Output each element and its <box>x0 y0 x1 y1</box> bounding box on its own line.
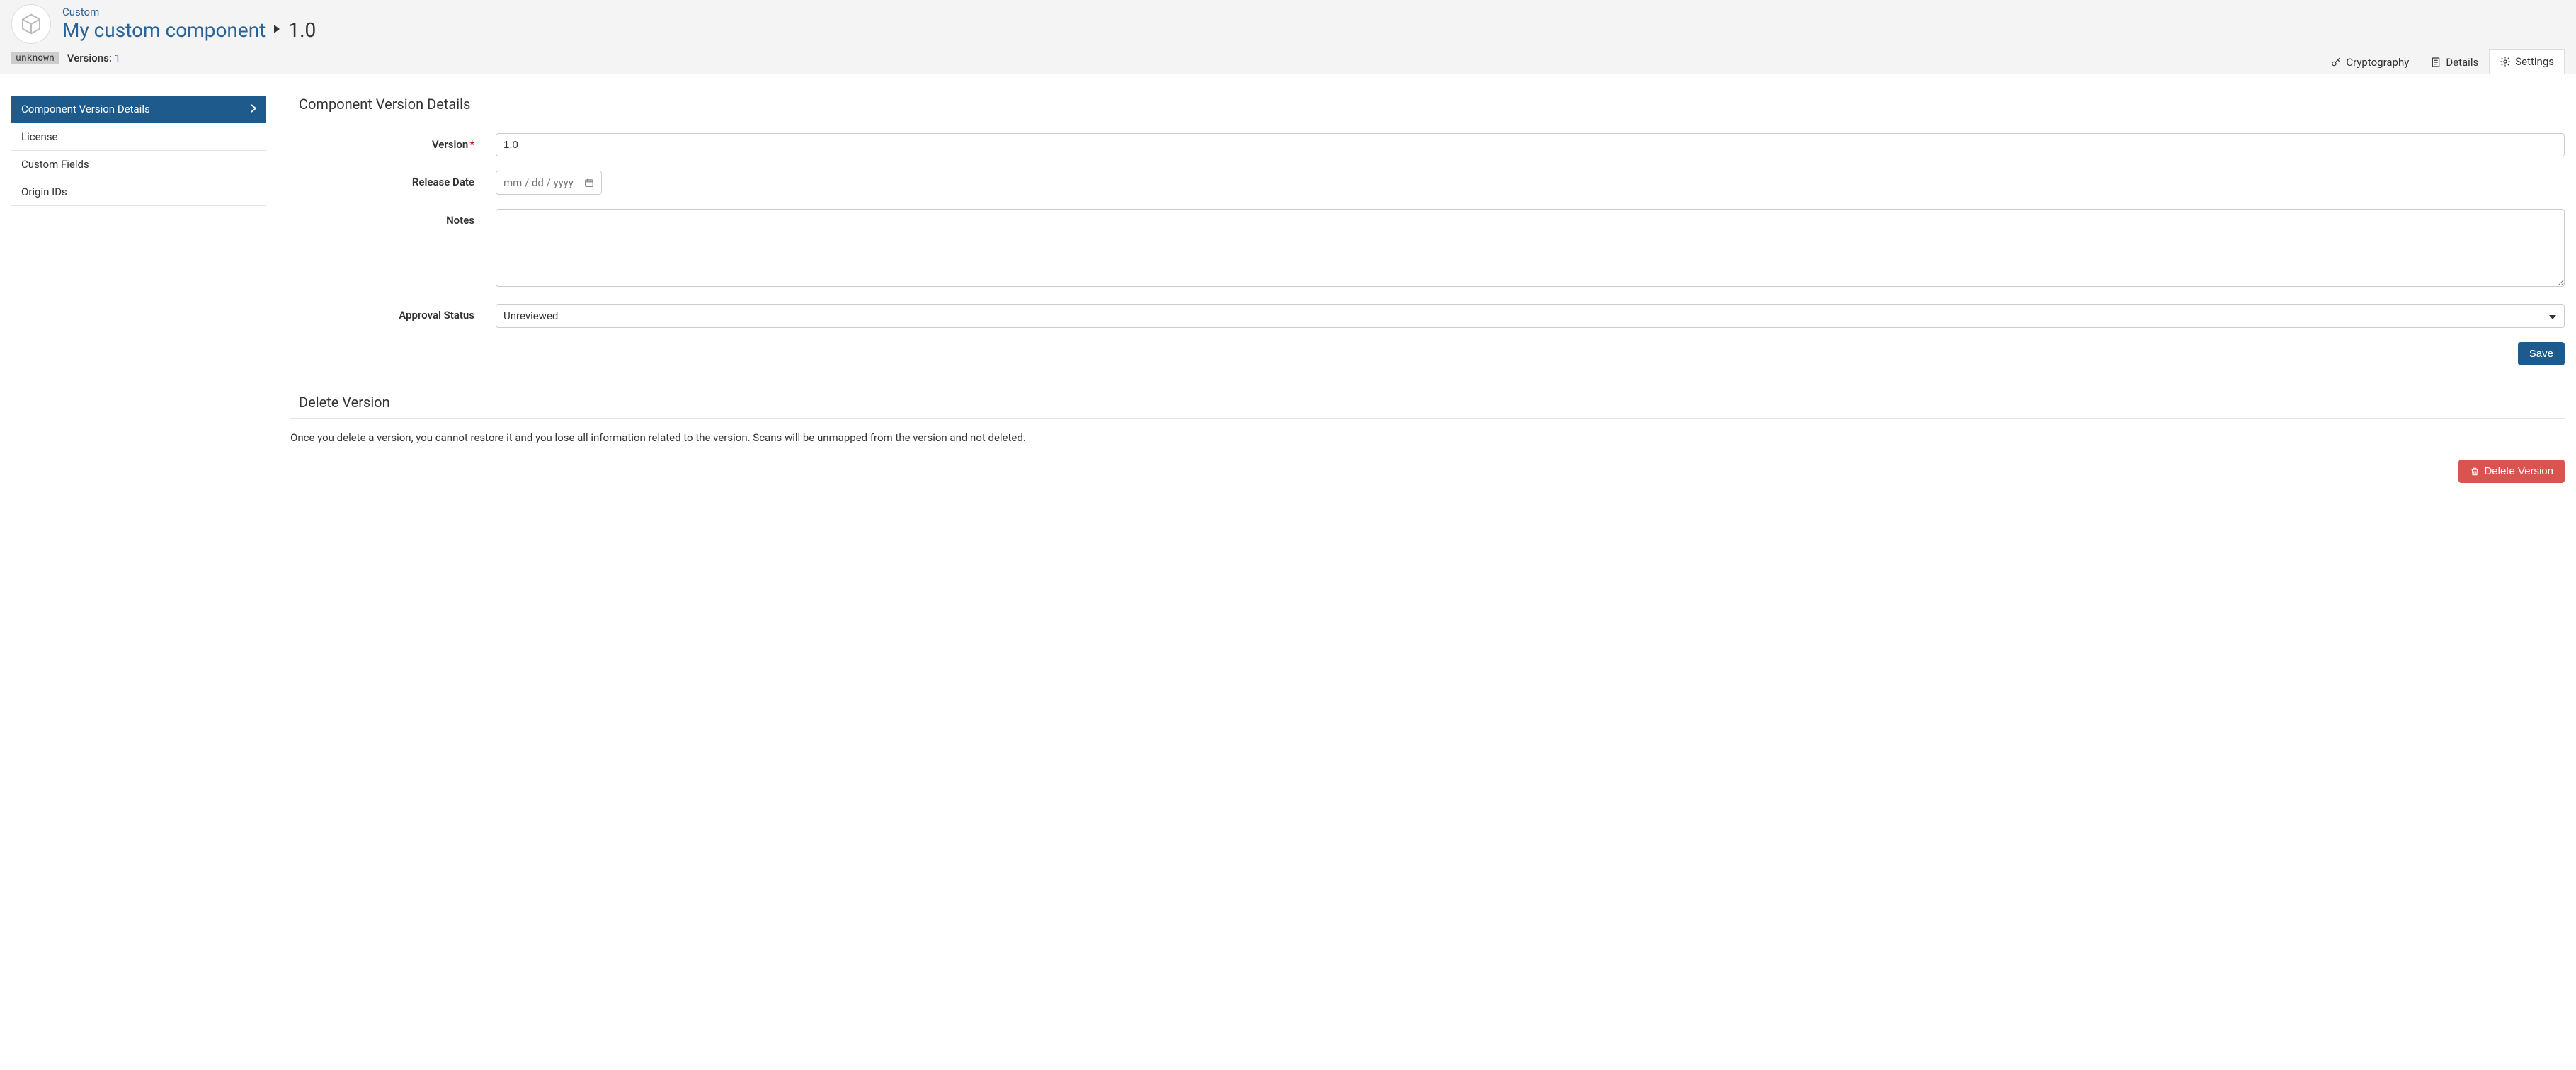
sidebar-item-custom-fields[interactable]: Custom Fields <box>11 151 266 178</box>
page-header: Custom My custom component 1.0 unknown V… <box>0 0 2576 74</box>
document-icon <box>2430 57 2441 68</box>
component-icon <box>11 4 51 44</box>
title-version: 1.0 <box>288 18 316 42</box>
approval-status-label: Approval Status <box>290 304 496 321</box>
package-icon <box>20 13 42 35</box>
notes-label: Notes <box>290 209 496 227</box>
gear-icon <box>2500 56 2511 67</box>
tab-label: Cryptography <box>2346 56 2409 69</box>
calendar-icon <box>584 178 594 188</box>
key-icon <box>2330 57 2342 68</box>
sidebar-item-license[interactable]: License <box>11 123 266 151</box>
tab-details[interactable]: Details <box>2420 50 2489 74</box>
versions-count-link[interactable]: 1 <box>115 52 120 64</box>
trash-icon <box>2470 467 2480 477</box>
sidebar-item-component-version-details[interactable]: Component Version Details <box>11 96 266 123</box>
tab-label: Details <box>2446 56 2478 69</box>
sidebar-item-label: License <box>21 130 58 143</box>
approval-status-select[interactable]: Unreviewed <box>496 304 2565 328</box>
sidebar-item-label: Origin IDs <box>21 186 67 198</box>
chevron-right-icon <box>251 103 256 115</box>
delete-warning-text: Once you delete a version, you cannot re… <box>290 431 2565 444</box>
delete-version-button[interactable]: Delete Version <box>2458 460 2565 483</box>
tab-settings[interactable]: Settings <box>2489 49 2565 74</box>
title-caret-icon <box>273 24 281 37</box>
version-label: Version* <box>290 133 496 151</box>
tab-cryptography[interactable]: Cryptography <box>2320 50 2420 74</box>
notes-textarea[interactable] <box>496 209 2565 287</box>
date-placeholder: mm / dd / yyyy <box>503 176 574 189</box>
sidebar-item-origin-ids[interactable]: Origin IDs <box>11 178 266 206</box>
tab-label: Settings <box>2515 55 2554 68</box>
breadcrumb[interactable]: Custom <box>62 6 99 18</box>
save-button[interactable]: Save <box>2518 342 2565 365</box>
required-asterisk: * <box>469 138 474 151</box>
page-title[interactable]: My custom component <box>62 18 266 42</box>
approval-status-value: Unreviewed <box>503 309 558 322</box>
release-date-label: Release Date <box>290 171 496 188</box>
status-badge: unknown <box>11 52 59 64</box>
sidebar-item-label: Custom Fields <box>21 158 89 171</box>
version-input[interactable] <box>496 133 2565 156</box>
sidebar: Component Version Details License Custom… <box>11 96 266 483</box>
sidebar-item-label: Component Version Details <box>21 103 150 115</box>
release-date-input[interactable]: mm / dd / yyyy <box>496 171 602 195</box>
versions-label: Versions: <box>67 52 112 64</box>
delete-section-title: Delete Version <box>290 394 2565 419</box>
tabs: Cryptography Details Settings <box>2320 48 2565 74</box>
content: Component Version Details Version* Relea… <box>290 96 2565 483</box>
delete-button-label: Delete Version <box>2484 465 2553 477</box>
section-title: Component Version Details <box>290 96 2565 120</box>
